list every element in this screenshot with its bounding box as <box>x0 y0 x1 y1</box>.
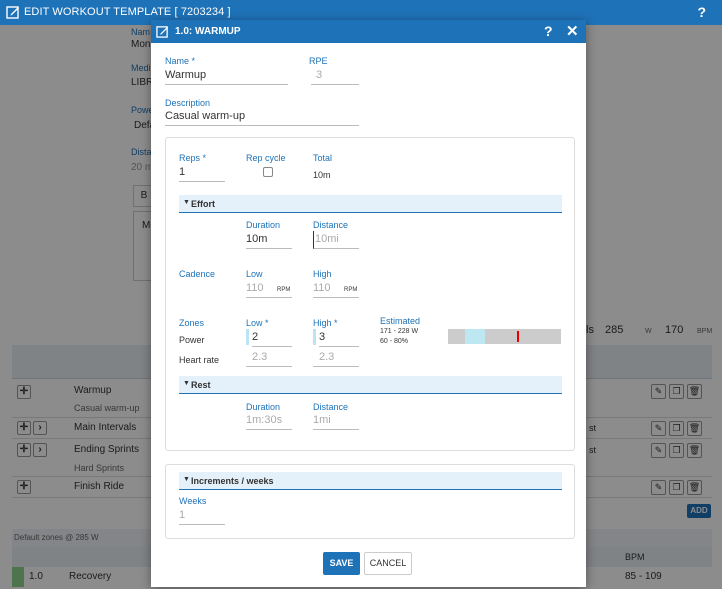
increments-title: Increments / weeks <box>191 476 274 486</box>
cancel-button[interactable]: CANCEL <box>364 552 412 575</box>
power-low-input[interactable]: 2 <box>252 329 292 347</box>
cadence-high-unit: RPM <box>344 287 358 293</box>
rep-cycle-checkbox[interactable] <box>263 167 273 177</box>
dialog-title: 1.0: WARMUP <box>175 26 241 37</box>
rpe-label: RPE <box>309 56 328 66</box>
reps-label: Reps * <box>179 153 207 163</box>
total-value: 10m <box>313 170 331 180</box>
description-input[interactable]: Casual warm-up <box>165 108 359 126</box>
zones-high-label: High * <box>313 318 338 328</box>
hr-high-input[interactable]: 2.3 <box>313 349 359 367</box>
effort-distance-label: Distance <box>313 220 349 230</box>
name-label: Name * <box>165 56 196 66</box>
power-low-zone-marker <box>246 329 249 345</box>
cadence-high-label: High <box>313 269 332 279</box>
zone-range-fill <box>465 329 485 344</box>
rest-duration-input[interactable]: 1m:30s <box>246 412 292 430</box>
reps-input[interactable]: 1 <box>179 164 225 182</box>
total-label: Total <box>313 153 333 163</box>
page-title: EDIT WORKOUT TEMPLATE [ 7203234 ] <box>24 6 231 18</box>
weeks-input[interactable]: 1 <box>179 507 225 525</box>
dialog-header: 1.0: WARMUP ? ✕ <box>151 20 586 43</box>
heart-rate-label: Heart rate <box>179 355 220 365</box>
zones-low-label: Low * <box>246 318 269 328</box>
rpe-input[interactable]: 3 <box>311 67 359 85</box>
increments-section-header[interactable]: ▼ Increments / weeks <box>179 472 562 490</box>
effort-title: Effort <box>191 199 215 209</box>
power-high-input[interactable]: 3 <box>319 329 359 347</box>
estimated-label: Estimated <box>380 316 421 326</box>
rest-distance-input[interactable]: 1mi <box>313 412 359 430</box>
close-icon[interactable]: ✕ <box>566 22 579 40</box>
rep-cycle-label: Rep cycle <box>246 153 286 163</box>
effort-section-header[interactable]: ▼ Effort <box>179 195 562 213</box>
save-button[interactable]: SAVE <box>323 552 360 575</box>
caret-down-icon: ▼ <box>183 199 190 206</box>
description-label: Description <box>165 98 211 108</box>
help-icon[interactable]: ? <box>697 4 706 20</box>
rest-title: Rest <box>191 380 211 390</box>
cadence-label: Cadence <box>179 269 216 279</box>
power-label: Power <box>179 335 205 345</box>
rest-section-header[interactable]: ▼ Rest <box>179 376 562 394</box>
caret-down-icon: ▼ <box>183 476 190 483</box>
zones-label: Zones <box>179 318 205 328</box>
hr-low-input[interactable]: 2.3 <box>246 349 292 367</box>
caret-down-icon: ▼ <box>183 380 190 387</box>
estimated-hr: 60 - 80% <box>380 338 409 345</box>
zone-range-bar <box>448 329 561 344</box>
help-icon[interactable]: ? <box>544 23 553 39</box>
effort-duration-label: Duration <box>246 220 281 230</box>
reps-panel <box>165 137 575 451</box>
estimated-power: 171 - 228 W <box>380 328 419 335</box>
zone-range-marker <box>517 331 519 342</box>
edit-icon <box>156 26 169 38</box>
rest-duration-label: Duration <box>246 402 281 412</box>
effort-distance-input[interactable]: 10mi <box>313 231 359 249</box>
name-input[interactable]: Warmup <box>165 67 288 85</box>
weeks-label: Weeks <box>179 496 207 506</box>
rest-distance-label: Distance <box>313 402 349 412</box>
edit-icon <box>6 6 19 19</box>
power-high-zone-marker <box>313 329 316 345</box>
cadence-low-unit: RPM <box>277 287 291 293</box>
cadence-low-label: Low <box>246 269 263 279</box>
step-edit-dialog: 1.0: WARMUP ? ✕ Name * Warmup RPE 3 Desc… <box>151 20 586 587</box>
effort-duration-input[interactable]: 10m <box>246 231 292 249</box>
